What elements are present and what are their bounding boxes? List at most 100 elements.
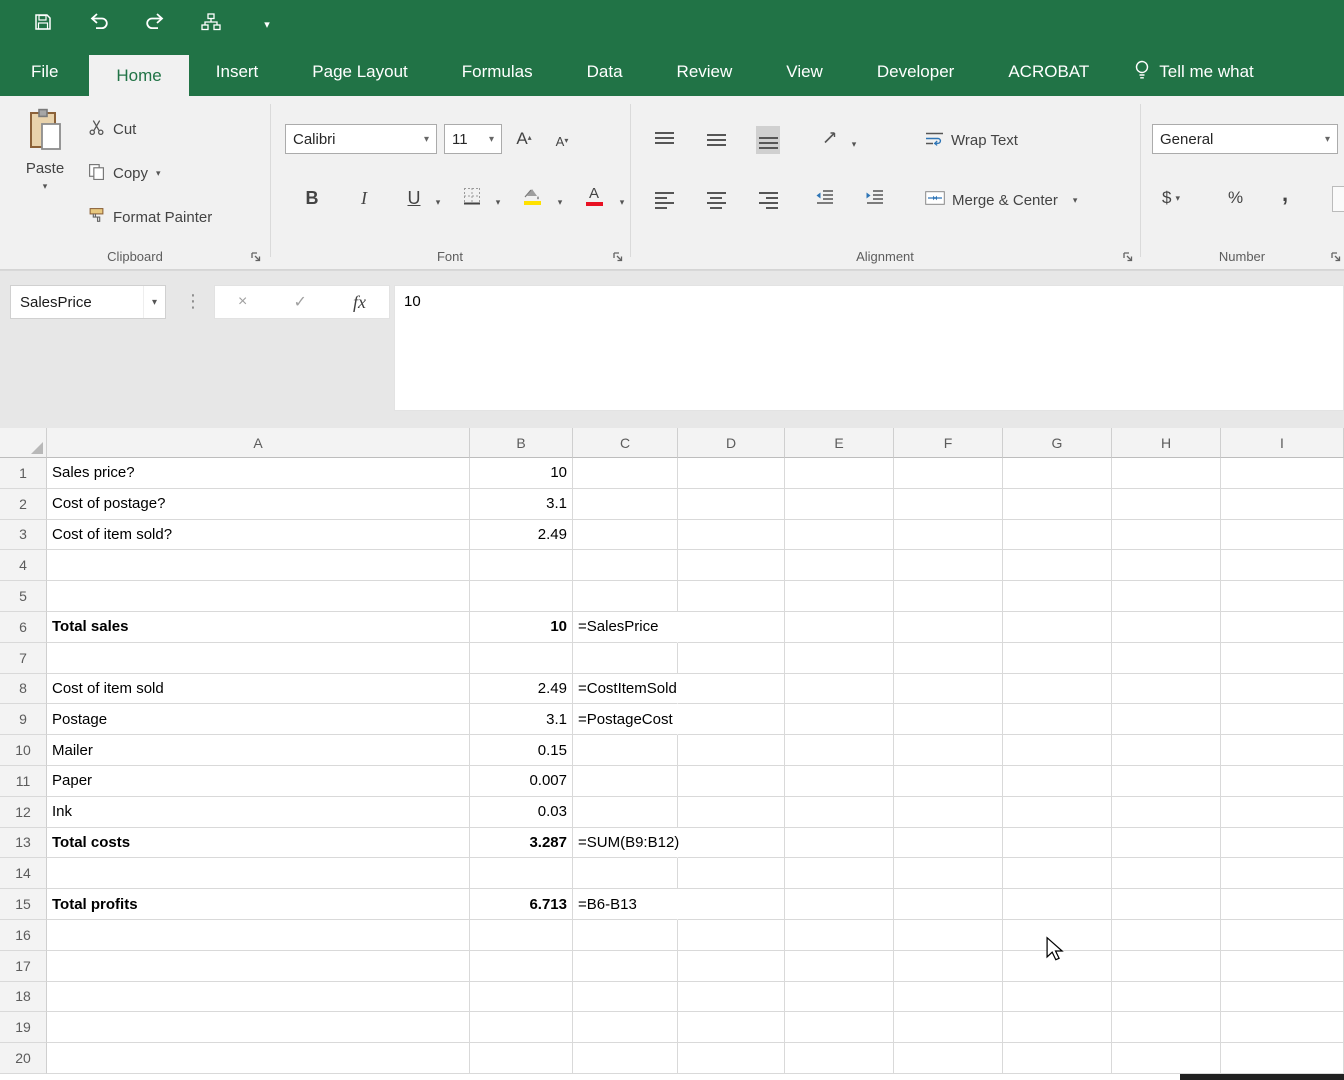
cell-E1[interactable] xyxy=(785,458,894,489)
cell-H11[interactable] xyxy=(1112,765,1221,797)
cell-A1[interactable]: Sales price? xyxy=(47,458,470,489)
merge-center-button[interactable]: Merge & Center ▾ xyxy=(925,186,1077,214)
cell-E3[interactable] xyxy=(785,519,894,551)
cell-H6[interactable] xyxy=(1112,611,1221,643)
row-header-19[interactable]: 19 xyxy=(0,1012,47,1044)
cell-F13[interactable] xyxy=(894,827,1003,859)
cell-I5[interactable] xyxy=(1221,581,1344,612)
insert-function-icon[interactable]: fx xyxy=(353,292,366,313)
row-header-7[interactable]: 7 xyxy=(0,642,47,674)
orientation-dropdown-icon[interactable]: ▾ xyxy=(842,130,866,158)
cell-D4[interactable] xyxy=(678,550,785,582)
cell-F7[interactable] xyxy=(894,642,1003,674)
cell-G18[interactable] xyxy=(1003,981,1112,1013)
cell-I11[interactable] xyxy=(1221,765,1344,797)
alignment-dialog-launcher-icon[interactable] xyxy=(1122,250,1134,262)
cell-F16[interactable] xyxy=(894,919,1003,951)
cut-button[interactable]: Cut xyxy=(88,116,136,142)
clipboard-dialog-launcher-icon[interactable] xyxy=(250,250,262,262)
cell-C9[interactable]: =PostageCost xyxy=(573,704,678,736)
cell-C1[interactable] xyxy=(573,458,678,489)
cell-E8[interactable] xyxy=(785,673,894,705)
cell-G8[interactable] xyxy=(1003,673,1112,705)
cell-D8[interactable] xyxy=(678,673,785,705)
tell-me-box[interactable]: Tell me what xyxy=(1134,48,1254,96)
format-painter-button[interactable]: Format Painter xyxy=(88,204,212,230)
cell-C10[interactable] xyxy=(573,735,678,766)
cell-E11[interactable] xyxy=(785,765,894,797)
cell-C13[interactable]: =SUM(B9:B12) xyxy=(573,828,679,859)
tab-developer[interactable]: Developer xyxy=(850,48,982,96)
cell-G7[interactable] xyxy=(1003,642,1112,674)
row-header-6[interactable]: 6 xyxy=(0,611,47,643)
cell-H14[interactable] xyxy=(1112,858,1221,890)
cell-E16[interactable] xyxy=(785,919,894,951)
cell-I16[interactable] xyxy=(1221,919,1344,951)
cell-A10[interactable]: Mailer xyxy=(47,735,470,766)
cell-D17[interactable] xyxy=(678,950,785,982)
number-format-dropdown-icon[interactable]: ▾ xyxy=(1318,134,1330,145)
cell-D9[interactable] xyxy=(678,704,785,736)
cell-F1[interactable] xyxy=(894,458,1003,489)
cell-C4[interactable] xyxy=(573,550,678,582)
row-header-14[interactable]: 14 xyxy=(0,858,47,890)
cell-G9[interactable] xyxy=(1003,704,1112,736)
comma-style-button[interactable]: , xyxy=(1282,180,1288,208)
tab-acrobat[interactable]: ACROBAT xyxy=(981,48,1116,96)
row-header-18[interactable]: 18 xyxy=(0,981,47,1013)
cell-D5[interactable] xyxy=(678,581,785,612)
row-header-16[interactable]: 16 xyxy=(0,919,47,951)
cell-I19[interactable] xyxy=(1221,1012,1344,1044)
undo-button[interactable] xyxy=(86,11,112,37)
cell-I7[interactable] xyxy=(1221,642,1344,674)
cell-H5[interactable] xyxy=(1112,581,1221,612)
cell-C5[interactable] xyxy=(573,581,678,612)
cell-B12[interactable]: 0.03 xyxy=(470,796,573,828)
cell-I15[interactable] xyxy=(1221,889,1344,920)
cancel-icon[interactable]: × xyxy=(238,293,247,311)
row-header-11[interactable]: 11 xyxy=(0,765,47,797)
cell-G11[interactable] xyxy=(1003,765,1112,797)
increase-font-size-button[interactable]: A ▴ xyxy=(512,124,536,152)
cell-D19[interactable] xyxy=(678,1012,785,1044)
cell-B20[interactable] xyxy=(470,1043,573,1074)
cell-I8[interactable] xyxy=(1221,673,1344,705)
cell-E9[interactable] xyxy=(785,704,894,736)
cell-B1[interactable]: 10 xyxy=(470,458,573,489)
cell-H8[interactable] xyxy=(1112,673,1221,705)
cell-A6[interactable]: Total sales xyxy=(47,611,470,643)
cell-B17[interactable] xyxy=(470,950,573,982)
row-header-3[interactable]: 3 xyxy=(0,519,47,551)
cell-F2[interactable] xyxy=(894,488,1003,520)
cell-B3[interactable]: 2.49 xyxy=(470,519,573,551)
font-size-dropdown-icon[interactable]: ▾ xyxy=(482,134,494,145)
cell-E18[interactable] xyxy=(785,981,894,1013)
accounting-dropdown-icon[interactable]: ▾ xyxy=(1175,193,1180,204)
tab-review[interactable]: Review xyxy=(650,48,760,96)
cell-E14[interactable] xyxy=(785,858,894,890)
cell-A19[interactable] xyxy=(47,1012,470,1044)
cell-I10[interactable] xyxy=(1221,735,1344,766)
cell-B18[interactable] xyxy=(470,981,573,1013)
cell-H18[interactable] xyxy=(1112,981,1221,1013)
tab-view[interactable]: View xyxy=(759,48,850,96)
name-box-dropdown-icon[interactable]: ▾ xyxy=(142,286,165,318)
orientation-button[interactable] xyxy=(818,126,842,154)
cell-B13[interactable]: 3.287 xyxy=(470,827,573,859)
cell-F20[interactable] xyxy=(894,1043,1003,1074)
cell-D1[interactable] xyxy=(678,458,785,489)
cell-E10[interactable] xyxy=(785,735,894,766)
cell-E5[interactable] xyxy=(785,581,894,612)
middle-align-button[interactable] xyxy=(704,126,728,154)
paste-dropdown-icon[interactable]: ▾ xyxy=(43,181,48,192)
bottom-align-button[interactable] xyxy=(756,126,780,154)
cell-E2[interactable] xyxy=(785,488,894,520)
cell-C7[interactable] xyxy=(573,642,678,674)
column-header-E[interactable]: E xyxy=(785,428,894,458)
cell-A3[interactable]: Cost of item sold? xyxy=(47,519,470,551)
tab-formulas[interactable]: Formulas xyxy=(435,48,560,96)
cell-A7[interactable] xyxy=(47,642,470,674)
decrease-indent-button[interactable] xyxy=(812,186,836,214)
cell-G20[interactable] xyxy=(1003,1043,1112,1074)
cell-G4[interactable] xyxy=(1003,550,1112,582)
